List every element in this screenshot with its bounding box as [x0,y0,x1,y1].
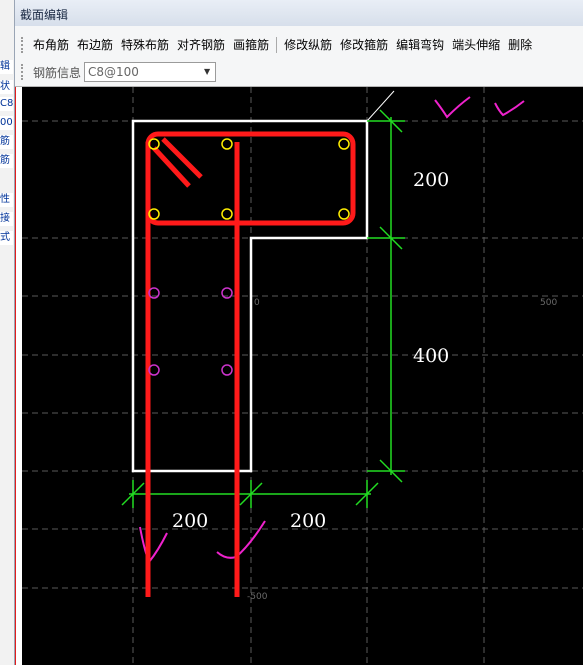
toolbar: 布角筋 布边筋 特殊布筋 对齐钢筋 画箍筋 修改纵筋 修改箍筋 编辑弯钩 端头伸… [15,26,583,87]
hand-annotations [139,96,525,564]
dimension-label: 200 [172,510,208,532]
stirrup-hook[interactable] [152,146,191,188]
bottom-dimension-lines [121,480,379,508]
checkmark-annotation [216,520,266,559]
end-extend-button[interactable]: 端头伸缩 [448,35,504,55]
toolbar-grip[interactable] [21,64,26,80]
toolbar-grip[interactable] [21,37,26,53]
rebar-point[interactable] [338,208,350,220]
rebar-info-select[interactable]: C8@100 ▼ [84,62,217,82]
grid-lines [22,87,583,665]
rebar-point[interactable] [221,364,233,376]
window-title: 截面编辑 [20,8,69,22]
modify-long-bars-button[interactable]: 修改纵筋 [280,35,336,55]
chevron-down-icon[interactable]: ▼ [200,64,214,80]
delete-button[interactable]: 删除 [504,35,536,55]
rebar-point[interactable] [221,208,233,220]
axis-label-x: 500 [540,298,557,308]
checkmark-annotation [434,96,471,119]
align-bars-button[interactable]: 对齐钢筋 [173,35,229,55]
left-fragment[interactable]: 筋 [0,154,13,168]
stirrup-hook[interactable] [161,137,203,179]
title-bar: 截面编辑 [15,0,583,27]
section-drawing: 200 400 200 200 0 500 -500 [22,87,583,665]
axis-label-y: -500 [247,592,268,602]
dimension-label: 200 [413,169,449,191]
modify-stirrups-button[interactable]: 修改箍筋 [336,35,392,55]
left-fragment[interactable]: 性 [0,193,13,207]
leader-line [366,90,395,122]
place-corner-bars-button[interactable]: 布角筋 [29,35,73,55]
rebar-info-value: C8@100 [88,65,139,79]
left-fragment[interactable]: 式 [0,231,13,245]
drawing-canvas[interactable]: 200 400 200 200 0 500 -500 [22,87,583,665]
rebar-point[interactable] [338,138,350,150]
left-fragment[interactable]: 筋 [0,135,13,149]
section-editor-window: 截面编辑 布角筋 布边筋 特殊布筋 对齐钢筋 画箍筋 修改纵筋 修改箍筋 编辑弯… [14,0,583,665]
rebar-point[interactable] [221,138,233,150]
rebar-info-label: 钢筋信息 [33,65,82,80]
toolbar-row-1: 布角筋 布边筋 特殊布筋 对齐钢筋 画箍筋 修改纵筋 修改箍筋 编辑弯钩 端头伸… [29,35,536,55]
special-bars-button[interactable]: 特殊布筋 [117,35,173,55]
concrete-outline [131,119,369,473]
checkmark-annotation [139,526,168,564]
toolbar-row-2: 钢筋信息 C8@100 ▼ [29,62,217,82]
checkmark-annotation [494,100,525,117]
axis-label-origin: 0 [254,298,260,308]
dimension-label: 200 [290,510,326,532]
edit-hook-button[interactable]: 编辑弯钩 [392,35,448,55]
left-fragment[interactable]: 接 [0,212,13,226]
place-edge-bars-button[interactable]: 布边筋 [73,35,117,55]
left-fragment[interactable]: 状 [0,80,13,94]
left-fragment[interactable]: 00 [0,116,13,130]
left-fragment[interactable]: 辑 [0,60,13,74]
draw-stirrup-button[interactable]: 画箍筋 [229,35,273,55]
dimension-label: 400 [413,345,449,367]
stirrup-bar-markers [148,138,350,220]
left-fragment[interactable]: C8 [0,97,13,111]
left-panel-strip: 辑 状 C8 00 筋 筋 性 接 式 [0,0,15,665]
toolbar-separator [276,37,278,53]
side-bar-markers [148,287,233,376]
